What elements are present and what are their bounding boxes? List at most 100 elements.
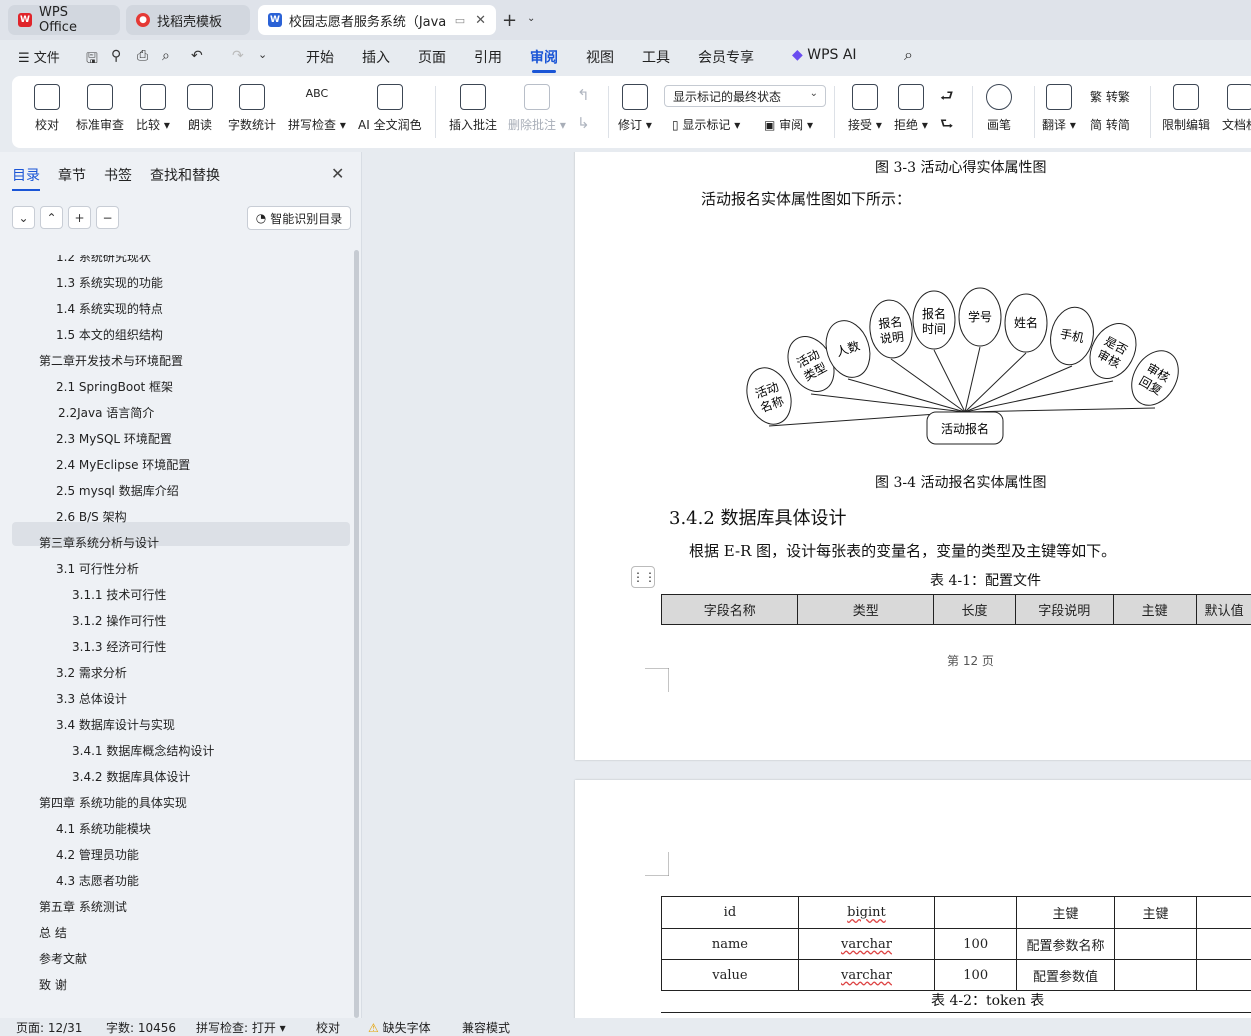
translate-button[interactable]: 翻译 ▾ bbox=[1042, 84, 1076, 133]
table-cell[interactable]: 100 bbox=[934, 928, 1018, 960]
toc-item[interactable]: 2.5 mysql 数据库介绍 bbox=[56, 482, 179, 499]
toc-item[interactable]: ▼第二章开发技术与环境配置 bbox=[39, 352, 183, 369]
toc-item[interactable]: 第五章 系统测试 bbox=[39, 898, 127, 915]
prev-comment-icon[interactable]: ↰ bbox=[577, 86, 590, 104]
toc-item[interactable]: 1.4 系统实现的特点 bbox=[56, 300, 163, 317]
table-move-handle[interactable]: ⋮⋮ bbox=[631, 566, 656, 588]
table-cell[interactable]: name bbox=[661, 928, 799, 960]
insert-comment-button[interactable]: 插入批注 bbox=[449, 84, 497, 133]
table-cell[interactable]: varchar bbox=[797, 928, 936, 960]
expand-up-button[interactable]: ⌃ bbox=[40, 206, 63, 229]
table-cell[interactable] bbox=[1113, 928, 1198, 960]
menu-home[interactable]: 开始 bbox=[306, 47, 334, 67]
close-icon[interactable]: ✕ bbox=[331, 164, 344, 183]
toc-item[interactable]: 1.2 系统研究现状 bbox=[56, 255, 151, 265]
search-icon[interactable]: ⌕ bbox=[904, 45, 913, 65]
to-simplified-button[interactable]: 简 转简 bbox=[1090, 116, 1130, 133]
redo-icon[interactable]: ↷ bbox=[232, 48, 244, 64]
chevron-down-icon[interactable]: ⌄ bbox=[527, 13, 535, 24]
toc-item[interactable]: ▼3.1 可行性分析 bbox=[56, 560, 139, 577]
toc-item[interactable]: ▼第四章 系统功能的具体实现 bbox=[39, 794, 187, 811]
tab-document[interactable]: W 校园志愿者服务系统（Java+s ▭ ✕ bbox=[258, 5, 496, 35]
delete-comment-button[interactable]: 删除批注 ▾ bbox=[508, 84, 566, 133]
reject-button[interactable]: 拒绝 ▾ bbox=[894, 84, 928, 133]
toc-item[interactable]: 4.2 管理员功能 bbox=[56, 846, 139, 863]
menu-insert[interactable]: 插入 bbox=[362, 47, 390, 67]
menu-view[interactable]: 视图 bbox=[586, 47, 614, 67]
tab-bookmarks[interactable]: 书签 bbox=[104, 165, 132, 185]
toc-item[interactable]: ▼3.4 数据库设计与实现 bbox=[56, 716, 175, 733]
tab-docer[interactable]: ● 找稻壳模板 bbox=[126, 5, 250, 35]
print-icon[interactable]: ⎙ bbox=[137, 48, 148, 64]
menu-wps-ai[interactable]: ◆ WPS AI bbox=[792, 47, 857, 63]
save-icon[interactable]: 🖫 bbox=[86, 48, 98, 72]
proofread-button[interactable]: 校对 bbox=[34, 84, 60, 133]
read-aloud-button[interactable]: 朗读 bbox=[187, 84, 213, 133]
toc-item[interactable]: 3.1.3 经济可行性 bbox=[72, 638, 166, 655]
table-cell[interactable]: 主键 bbox=[1016, 896, 1115, 929]
compare-button[interactable]: 比较 ▾ bbox=[136, 84, 170, 133]
new-tab-icon[interactable]: + bbox=[502, 10, 517, 31]
toc-item[interactable]: 3.2 需求分析 bbox=[56, 664, 127, 681]
tab-find-replace[interactable]: 查找和替换 bbox=[150, 165, 220, 185]
table-cell[interactable] bbox=[1113, 959, 1198, 991]
table-cell[interactable] bbox=[1196, 896, 1251, 929]
track-changes-button[interactable]: 修订 ▾ bbox=[618, 84, 652, 133]
toc-item[interactable]: 2.6 B/S 架构 bbox=[56, 508, 127, 525]
table-cell[interactable] bbox=[934, 896, 1018, 929]
to-traditional-button[interactable]: 繁 转繁 bbox=[1090, 88, 1130, 105]
toc-item[interactable]: 3.4.1 数据库概念结构设计 bbox=[72, 742, 214, 759]
chevron-down-icon[interactable]: ⌄ bbox=[258, 48, 267, 61]
pen-button[interactable]: 画笔 bbox=[986, 84, 1012, 133]
prev-change-icon[interactable]: ⮐ bbox=[940, 86, 954, 111]
table-cell[interactable]: 配置参数名称 bbox=[1016, 928, 1115, 960]
sidebar-scrollbar[interactable] bbox=[354, 250, 359, 1018]
toc-item[interactable]: 3.4.2 数据库具体设计 bbox=[72, 768, 190, 785]
proofread-status[interactable]: 校对 bbox=[316, 1019, 340, 1036]
menu-review[interactable]: 审阅 bbox=[530, 47, 558, 73]
toc-item[interactable]: 3.1.1 技术可行性 bbox=[72, 586, 166, 603]
tab-wps-office[interactable]: W WPS Office bbox=[8, 5, 120, 35]
review-pane-button[interactable]: ▣ 审阅 ▾ bbox=[764, 116, 813, 133]
toc-item[interactable]: 2.3 MySQL 环境配置 bbox=[56, 430, 172, 447]
ai-toc-button[interactable]: ◔ 智能识别目录 bbox=[247, 206, 351, 230]
add-heading-button[interactable]: + bbox=[68, 206, 91, 229]
table-cell[interactable]: value bbox=[661, 959, 799, 991]
undo-icon[interactable]: ↶ bbox=[191, 48, 203, 64]
toc-item[interactable]: 4.1 系统功能模块 bbox=[56, 820, 151, 837]
standard-review-button[interactable]: 标准审查 bbox=[76, 84, 124, 133]
accept-button[interactable]: 接受 ▾ bbox=[848, 84, 882, 133]
toc-item[interactable]: 3.3 总体设计 bbox=[56, 690, 127, 707]
toc-item[interactable]: ▼第三章系统分析与设计 bbox=[39, 534, 159, 551]
markup-mode-select[interactable]: 显示标记的最终状态 ⌄ bbox=[664, 85, 826, 107]
toc-item[interactable]: 3.1.2 操作可行性 bbox=[72, 612, 166, 629]
ai-polish-button[interactable]: AI 全文润色 bbox=[358, 84, 422, 133]
toc-item[interactable]: 2.1 SpringBoot 框架 bbox=[56, 378, 173, 395]
menu-references[interactable]: 引用 bbox=[474, 47, 502, 67]
word-count-button[interactable]: 字数统计 bbox=[228, 84, 276, 133]
print-preview-icon[interactable]: ⌕ bbox=[162, 48, 170, 64]
show-markup-button[interactable]: ▯ 显示标记 ▾ bbox=[672, 116, 740, 133]
table-cell[interactable]: varchar bbox=[797, 959, 936, 991]
toc-item[interactable]: 致 谢 bbox=[39, 976, 67, 993]
table-cell[interactable]: bigint bbox=[797, 896, 936, 929]
page-indicator[interactable]: 页面: 12/31 bbox=[16, 1019, 82, 1036]
toc-item[interactable]: 总 结 bbox=[39, 924, 67, 941]
table-cell[interactable]: id bbox=[661, 896, 799, 929]
menu-file[interactable]: ☰ 文件 bbox=[18, 47, 60, 66]
next-comment-icon[interactable]: ↳ bbox=[577, 114, 590, 132]
toc-item[interactable]: 1.5 本文的组织结构 bbox=[56, 326, 163, 343]
table-cell[interactable] bbox=[1196, 928, 1251, 960]
doc-permission-button[interactable]: 文档权 bbox=[1222, 84, 1251, 133]
link-icon[interactable]: ⚲ bbox=[111, 48, 121, 64]
remove-heading-button[interactable]: − bbox=[96, 206, 119, 229]
table-cell[interactable]: 主键 bbox=[1113, 896, 1198, 929]
toc-item[interactable]: 1.3 系统实现的功能 bbox=[56, 274, 163, 291]
monitor-icon[interactable]: ▭ bbox=[455, 14, 465, 27]
next-change-icon[interactable]: ⮑ bbox=[940, 114, 954, 139]
tab-toc[interactable]: 目录 bbox=[12, 165, 40, 191]
missing-font-status[interactable]: ⚠ 缺失字体 bbox=[368, 1019, 431, 1036]
toc-item[interactable]: 参考文献 bbox=[39, 950, 87, 967]
menu-page[interactable]: 页面 bbox=[418, 47, 446, 67]
menu-tools[interactable]: 工具 bbox=[642, 47, 670, 67]
